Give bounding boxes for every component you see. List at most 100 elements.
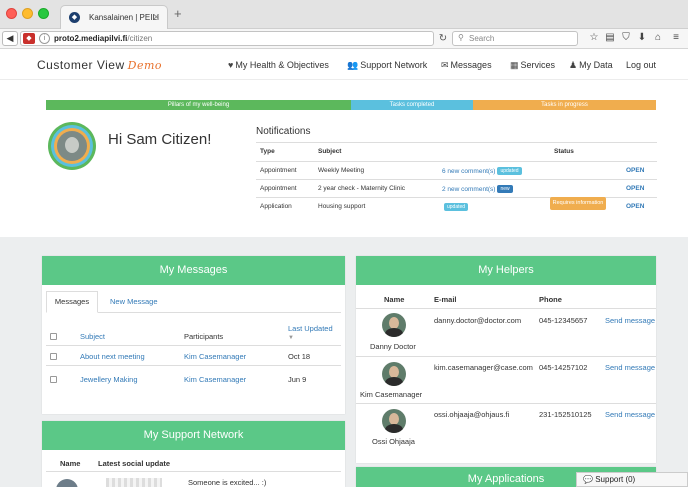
divider	[356, 403, 656, 404]
table-row[interactable]: Appointment Weekly Meeting 6 new comment…	[256, 161, 657, 179]
nav-support-network[interactable]: 👥 Support Network	[347, 60, 427, 71]
maximize-window-button[interactable]	[38, 8, 49, 19]
address-bar[interactable]: ◆ i proto2.mediapilvi.fi/citizen	[20, 31, 434, 46]
browser-titlebar: ◆ Kansalainen | PEILI ✕ +	[0, 0, 688, 29]
send-message-link[interactable]: Send message	[605, 363, 655, 372]
support-label: Support (0)	[595, 475, 636, 484]
message-participant-link[interactable]: Kim Casemanager	[184, 352, 246, 361]
divider	[356, 308, 656, 309]
helper-name: Kim Casemanager	[360, 390, 423, 399]
message-participant-link[interactable]: Kim Casemanager	[184, 375, 246, 384]
progress-segment-completed[interactable]: Tasks completed	[351, 100, 473, 110]
column-header-subject: Subject	[318, 148, 342, 155]
notif-comments-link[interactable]: 2 new comment(s) new	[442, 185, 513, 193]
notif-subject: 2 year check - Maternity Clinic	[318, 185, 406, 192]
search-icon: ⚲	[458, 33, 464, 42]
column-header-status: Status	[554, 148, 574, 155]
site-identity-icon: ◆	[23, 33, 35, 44]
avatar[interactable]	[382, 313, 406, 337]
notif-subject: Weekly Meeting	[318, 167, 365, 174]
tab-title: Kansalainen | PEILI	[89, 13, 160, 22]
column-header-phone: Phone	[539, 295, 562, 304]
panel-title: My Support Network	[42, 421, 345, 450]
pocket-icon[interactable]: ⛉	[620, 32, 632, 43]
message-date: Oct 18	[288, 352, 311, 361]
send-message-link[interactable]: Send message	[605, 316, 655, 325]
support-network-panel: My Support Network Name Latest social up…	[42, 421, 345, 487]
divider	[46, 365, 341, 366]
notif-subject: Housing support	[318, 203, 366, 210]
message-subject-link[interactable]: Jewellery Making	[80, 375, 138, 384]
requires-information-button[interactable]: Requires information	[550, 197, 606, 210]
notif-type: Application	[260, 203, 292, 210]
reading-list-icon[interactable]: ▤	[604, 32, 616, 43]
my-helpers-panel: My Helpers Name E-mail Phone Danny Docto…	[356, 256, 656, 463]
app-header: Customer View Demo ♥ My Health & Objective…	[0, 50, 688, 80]
sort-desc-icon[interactable]: ▼	[288, 335, 294, 341]
notif-status[interactable]: OPEN	[626, 167, 644, 174]
chat-icon: 💬	[583, 475, 593, 484]
helper-email: danny.doctor@doctor.com	[434, 316, 522, 325]
table-row[interactable]: Appointment 2 year check - Maternity Cli…	[256, 179, 657, 197]
reload-icon[interactable]: ↻	[436, 31, 450, 46]
helper-phone: 045-14257102	[539, 363, 588, 372]
message-subject-link[interactable]: About next meeting	[80, 352, 145, 361]
social-update-text: Someone is excited... :)	[188, 478, 267, 487]
avatar[interactable]	[382, 409, 406, 433]
support-widget[interactable]: 💬 Support (0)	[576, 472, 688, 487]
minimize-window-button[interactable]	[22, 8, 33, 19]
messages-tabs: Messages New Message	[46, 291, 341, 313]
send-message-link[interactable]: Send message	[605, 410, 655, 419]
status-badge: updated	[497, 167, 522, 175]
column-header-type: Type	[260, 148, 275, 155]
progress-segment-in-progress[interactable]: Tasks in progress	[473, 100, 656, 110]
column-header-last-updated[interactable]: Last Updated	[288, 324, 333, 333]
divider	[46, 471, 341, 472]
row-checkbox[interactable]	[50, 376, 57, 383]
logout-link[interactable]: Log out	[626, 60, 656, 70]
divider	[356, 356, 656, 357]
row-checkbox[interactable]	[50, 353, 57, 360]
download-icon[interactable]: ⬇	[636, 32, 648, 43]
select-all-checkbox[interactable]	[50, 333, 57, 340]
notif-type: Appointment	[260, 167, 297, 174]
home-icon[interactable]: ⌂	[652, 32, 664, 43]
brand[interactable]: Customer View Demo	[37, 58, 162, 72]
wellbeing-progress-bar: Pillars of my well-being Tasks completed…	[46, 100, 656, 110]
menu-icon[interactable]: ≡	[670, 32, 682, 43]
back-button[interactable]: ◀	[2, 31, 18, 46]
heart-icon: ♥	[228, 60, 234, 70]
tab-new-message[interactable]: New Message	[110, 297, 158, 306]
helper-phone: 045-12345657	[539, 316, 588, 325]
avatar[interactable]	[382, 362, 406, 386]
notif-status[interactable]: OPEN	[626, 185, 644, 192]
info-icon[interactable]: i	[39, 33, 50, 44]
notif-status[interactable]: OPEN	[626, 203, 644, 210]
new-tab-button[interactable]: +	[174, 6, 182, 21]
nav-my-health[interactable]: ♥ My Health & Objectives	[228, 60, 329, 70]
user-avatar[interactable]	[48, 122, 96, 170]
browser-tab[interactable]: ◆ Kansalainen | PEILI ✕	[60, 5, 168, 29]
close-window-button[interactable]	[6, 8, 17, 19]
bookmark-star-icon[interactable]: ☆	[588, 32, 600, 43]
column-header-subject[interactable]: Subject	[80, 332, 105, 341]
nav-messages[interactable]: ✉ Messages	[441, 60, 492, 71]
people-icon: 👥	[347, 60, 359, 70]
site-favicon-icon: ◆	[69, 12, 80, 23]
helper-email: kim.casemanager@case.com	[434, 363, 533, 372]
column-header-latest-update: Latest social update	[98, 459, 171, 468]
list-icon: ▦	[510, 60, 519, 70]
nav-my-data[interactable]: ♟ My Data	[569, 60, 613, 71]
helper-name: Danny Doctor	[370, 342, 416, 351]
notif-comments-link[interactable]: 6 new comment(s) updated	[442, 167, 522, 175]
nav-services[interactable]: ▦ Services	[510, 60, 555, 71]
status-badge: updated	[444, 203, 469, 211]
search-input[interactable]: ⚲ Search	[452, 31, 578, 46]
tab-close-icon[interactable]: ✕	[152, 12, 160, 23]
progress-segment-pillars[interactable]: Pillars of my well-being	[46, 100, 351, 110]
tab-messages[interactable]: Messages	[46, 291, 98, 313]
message-date: Jun 9	[288, 375, 307, 384]
social-update-image[interactable]	[106, 478, 162, 487]
helper-name: Ossi Ohjaaja	[372, 437, 415, 446]
avatar[interactable]	[56, 479, 78, 487]
